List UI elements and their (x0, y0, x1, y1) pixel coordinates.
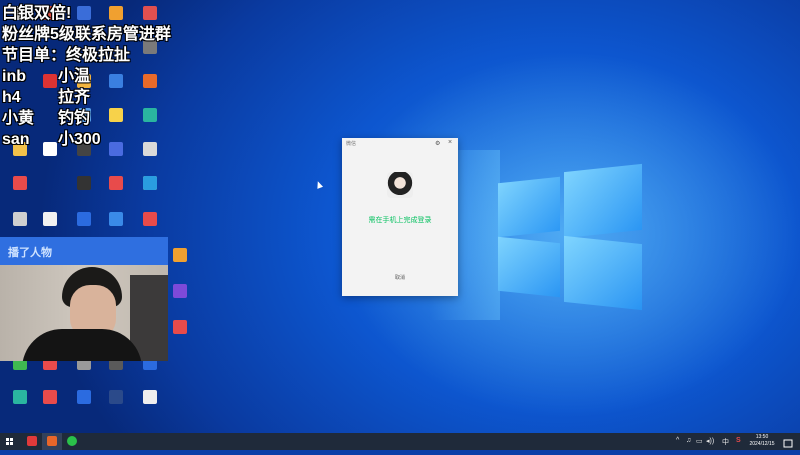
close-icon[interactable]: × (448, 139, 452, 146)
overlay-pair-right: 钓钓 (58, 110, 91, 127)
tray-music-icon[interactable]: ♫ (686, 437, 691, 444)
desktop: 白银双倍! 粉丝牌5级联系房管进群 节目单：终极拉扯 inb 小温 h4 拉齐 … (0, 0, 800, 433)
app-icon (77, 212, 91, 226)
desktop-shortcut[interactable] (134, 176, 166, 216)
app-icon (143, 74, 157, 88)
app-icon (13, 390, 27, 404)
app-icon (109, 108, 123, 122)
system-clock[interactable]: 13:50 2024/12/15 (747, 434, 777, 448)
input-method-indicator[interactable]: 中 (722, 437, 729, 447)
taskbar: ^ ♫ ▭ ◂)) 中 S 13:50 2024/12/15 (0, 433, 800, 450)
desktop-shortcut[interactable] (164, 248, 196, 288)
app-icon (109, 142, 123, 156)
overlay-pair-right: 小温 (58, 68, 91, 85)
desktop-shortcut[interactable] (134, 390, 166, 430)
app-icon (143, 142, 157, 156)
sogou-input-icon[interactable]: S (736, 437, 741, 444)
wps-icon[interactable] (22, 433, 42, 450)
cancel-button[interactable]: 取消 (342, 274, 458, 281)
app-icon (173, 284, 187, 298)
notification-icon[interactable] (783, 436, 793, 448)
overlay-pair-left: 小黄 (2, 110, 35, 127)
app-icon (109, 6, 123, 20)
streamer-banner-text: 播了人物 (8, 247, 52, 259)
overlay-pair-right: 拉齐 (58, 89, 91, 106)
app-icon (77, 176, 91, 190)
app-icon (43, 142, 57, 156)
windows-start-icon[interactable] (0, 433, 20, 450)
overlay-pair-right: 小300 (58, 131, 101, 148)
desktop-shortcut[interactable] (164, 320, 196, 360)
overlay-pair-left: san (2, 131, 30, 148)
desktop-shortcut[interactable] (68, 390, 100, 430)
clock-date: 2024/12/15 (749, 441, 775, 447)
webcam-overlay (0, 265, 168, 361)
app-icon (143, 176, 157, 190)
app-icon (109, 390, 123, 404)
desktop-shortcut[interactable] (34, 390, 66, 430)
desktop-shortcut[interactable] (4, 176, 36, 216)
app-icon (43, 390, 57, 404)
wechat-login-dialog: 微信 ⚙ × 需在手机上完成登录 取消 (342, 138, 458, 296)
app-icon (109, 74, 123, 88)
app-icon (77, 6, 91, 20)
wechat-icon[interactable] (62, 433, 82, 450)
app-icon (43, 74, 57, 88)
desktop-shortcut[interactable] (4, 390, 36, 430)
avatar (387, 172, 413, 198)
desktop-shortcut[interactable] (164, 284, 196, 324)
app-icon (109, 176, 123, 190)
tray-display-icon[interactable]: ▭ (696, 437, 703, 445)
windows-logo (498, 160, 642, 311)
overlay-pair-left: h4 (2, 89, 21, 106)
app-icon (173, 320, 187, 334)
desktop-shortcut[interactable] (100, 176, 132, 216)
overlay-line-2: 粉丝牌5级联系房管进群 (2, 26, 171, 43)
overlay-line-1: 白银双倍! (2, 5, 72, 22)
desktop-shortcut[interactable] (68, 176, 100, 216)
app-orange-icon[interactable] (42, 433, 62, 450)
clock-time: 13:50 (755, 434, 769, 440)
app-icon (143, 212, 157, 226)
streamer-banner: 播了人物 (0, 237, 168, 265)
gear-icon[interactable]: ⚙ (435, 140, 440, 147)
volume-icon[interactable]: ◂)) (706, 437, 714, 445)
desktop-shortcut[interactable] (100, 390, 132, 430)
app-icon (43, 212, 57, 226)
app-icon (13, 212, 27, 226)
app-icon (109, 212, 123, 226)
overlay-pair-left: inb (2, 68, 26, 85)
app-icon (173, 248, 187, 262)
overlay-line-3: 节目单：终极拉扯 (2, 47, 131, 64)
app-icon (143, 390, 157, 404)
app-icon (13, 176, 27, 190)
login-message: 需在手机上完成登录 (368, 217, 432, 224)
tray-overflow-icon[interactable]: ^ (676, 437, 679, 444)
app-icon (77, 390, 91, 404)
app-icon (143, 6, 157, 20)
mouse-cursor (314, 180, 324, 189)
dialog-title: 微信 (346, 141, 357, 147)
app-icon (143, 108, 157, 122)
